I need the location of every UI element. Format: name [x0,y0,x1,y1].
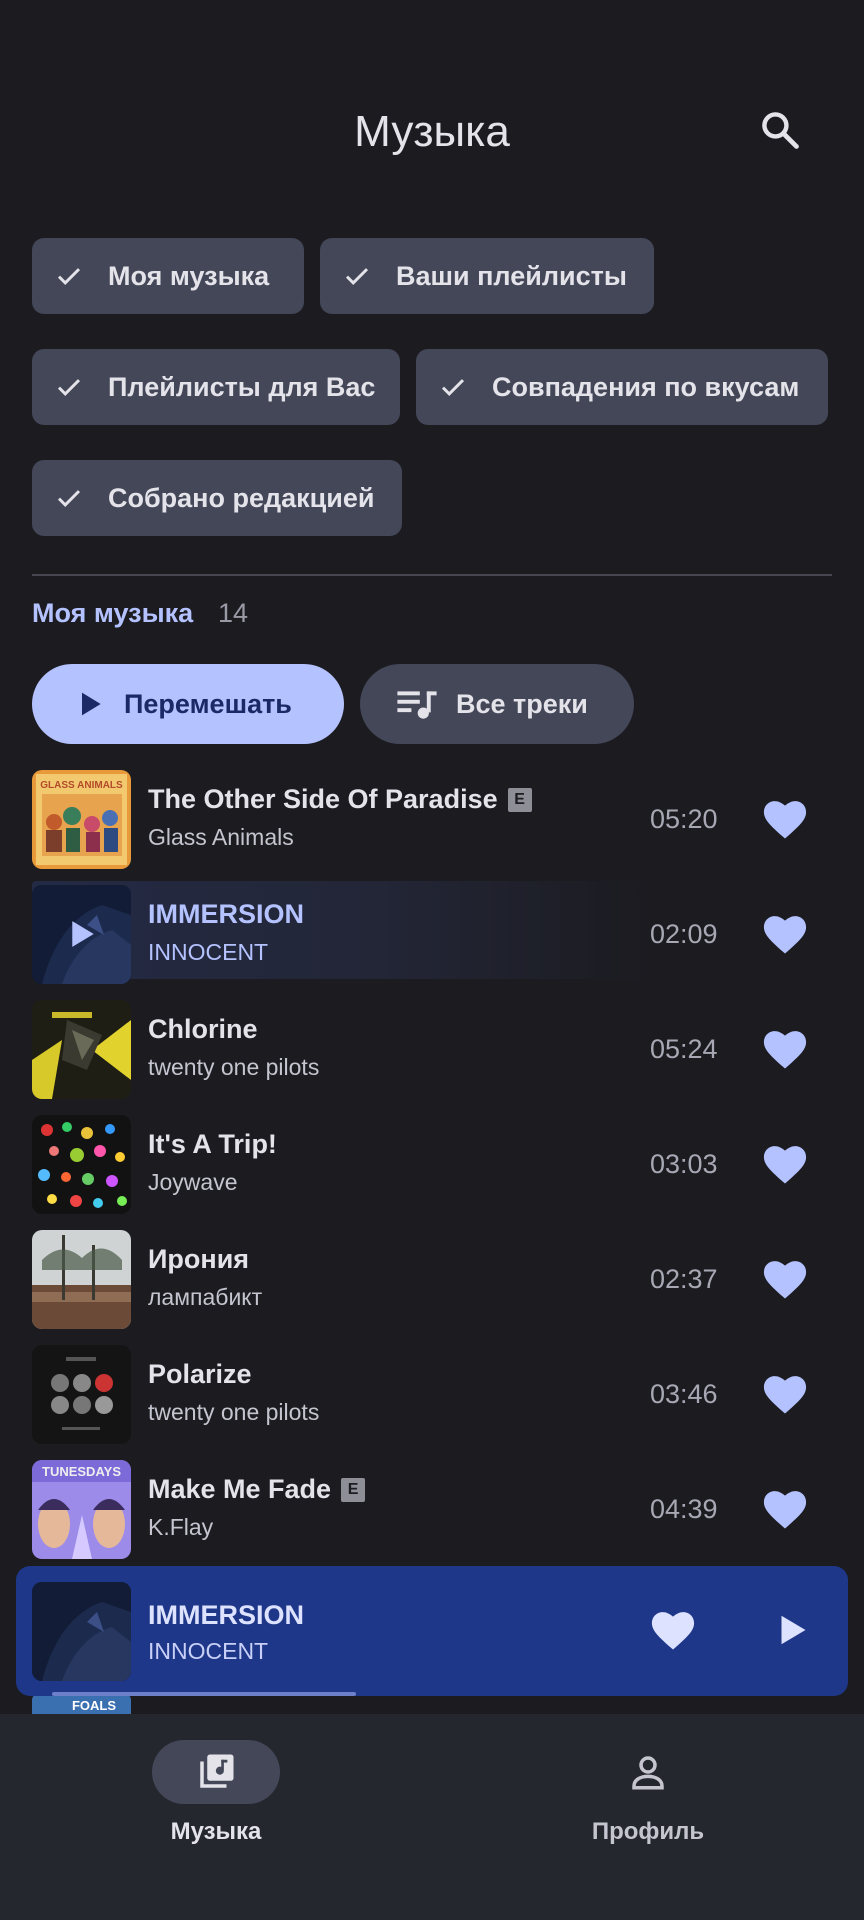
heart-icon[interactable] [762,797,808,841]
track-row[interactable]: GLASS ANIMALS The Other Side Of Paradise… [0,762,864,877]
play-icon [82,692,101,716]
music-library-icon [200,1754,234,1788]
nav-item-music[interactable]: Музыка [66,1740,366,1846]
nav-item-profile[interactable]: Профиль [498,1740,798,1846]
section-title[interactable]: Моя музыка [32,598,193,629]
track-title: It's A Trip! [148,1129,277,1159]
divider [32,574,832,576]
nav-label: Профиль [591,1818,705,1845]
track-title-text: Make Me Fade [148,1474,332,1504]
all-tracks-label: Все треки [456,688,588,719]
profile-icon [632,1756,664,1790]
check-icon [57,490,81,507]
check-icon [441,379,465,396]
section-count: 14 [218,598,249,628]
track-duration: 02:37 [650,1264,718,1294]
nav-pill [152,1740,280,1804]
heart-icon[interactable] [762,1027,808,1071]
album-cover-partial: FOALS [32,1694,131,1714]
track-duration: 05:20 [650,804,718,834]
heart-icon[interactable] [762,1372,808,1416]
all-tracks-button[interactable]: Все треки [360,664,634,744]
now-playing-title: IMMERSION [148,1600,305,1630]
album-cover [32,1115,131,1214]
heart-icon[interactable] [762,1142,808,1186]
track-row[interactable]: TUNESDAYS Make Me Fade E K.Flay 04:39 [0,1452,864,1567]
heart-icon[interactable] [762,1257,808,1301]
chip-label: Совпадения по вкусам [492,371,800,402]
track-artist: Glass Animals [148,824,294,850]
mini-player[interactable]: IMMERSION INNOCENT [16,1566,848,1696]
track-duration: 03:46 [650,1379,718,1409]
track-duration: 03:03 [650,1149,718,1179]
track-artist: twenty one pilots [148,1399,320,1425]
track-row-playing[interactable]: IMMERSION INNOCENT 02:09 [0,877,864,992]
check-icon [57,268,81,285]
track-duration: 02:09 [650,919,718,949]
check-icon [57,379,81,396]
track-duration: 04:39 [650,1494,718,1524]
shuffle-button[interactable]: Перемешать [32,664,344,744]
check-icon [345,268,369,285]
track-row[interactable]: It's A Trip! Joywave 03:03 [0,1107,864,1222]
chip-label: Ваши плейлисты [396,260,627,291]
playlist-music-icon [397,691,437,719]
track-artist: INNOCENT [148,939,269,965]
cover-text: TUNESDAYS [42,1464,121,1479]
album-cover [32,1000,131,1099]
album-cover: TUNESDAYS [32,1460,131,1559]
playback-progress-bar [52,1692,356,1696]
chip-label: Собрано редакцией [108,482,375,513]
play-overlay-icon [72,921,94,947]
album-cover [32,1345,131,1444]
track-duration: 05:24 [650,1034,718,1064]
track-artist: K.Flay [148,1514,214,1540]
play-icon[interactable] [774,1612,810,1648]
track-title: Polarize [148,1359,252,1389]
cover-text: GLASS ANIMALS [40,780,123,791]
track-title: The Other Side Of Paradise E [148,784,532,815]
app-header: Музыка [0,0,864,240]
nav-pill [584,1740,712,1804]
explicit-badge: E [341,1477,366,1502]
track-row[interactable]: Polarize twenty one pilots 03:46 [0,1337,864,1452]
explicit-badge: E [507,787,532,812]
search-icon[interactable] [758,108,802,152]
track-title: Make Me Fade E [148,1474,366,1505]
page-title: Музыка [354,107,510,156]
track-row[interactable]: Ирония лампабикт 02:37 [0,1222,864,1337]
heart-icon[interactable] [650,1608,696,1652]
chip-label: Моя музыка [108,260,270,291]
now-playing-artist: INNOCENT [148,1638,269,1664]
shuffle-label: Перемешать [124,688,292,719]
album-cover: GLASS ANIMALS [32,770,131,869]
now-playing-cover [32,1582,131,1681]
filter-chip-editors-picks[interactable]: Собрано редакцией [32,460,402,536]
track-artist: Joywave [148,1169,238,1195]
track-artist: лампабикт [148,1284,263,1310]
filter-chip-your-playlists[interactable]: Ваши плейлисты [320,238,654,314]
nav-label: Музыка [170,1818,262,1845]
chip-label: Плейлисты для Вас [108,371,376,402]
track-title: Chlorine [148,1014,258,1044]
album-cover [32,1230,131,1329]
bottom-navigation: Музыка Профиль [0,1714,864,1920]
track-title: IMMERSION [148,899,305,929]
track-list: GLASS ANIMALS The Other Side Of Paradise… [0,762,864,1567]
track-artist: twenty one pilots [148,1054,320,1080]
filter-chip-taste-matches[interactable]: Совпадения по вкусам [416,349,828,425]
track-title-text: The Other Side Of Paradise [148,784,498,814]
filter-chip-playlists-for-you[interactable]: Плейлисты для Вас [32,349,400,425]
track-row[interactable]: Chlorine twenty one pilots 05:24 [0,992,864,1107]
heart-icon[interactable] [762,1487,808,1531]
cover-text: FOALS [72,1698,116,1713]
track-title: Ирония [148,1244,250,1274]
heart-icon[interactable] [762,912,808,956]
filter-chip-my-music[interactable]: Моя музыка [32,238,304,314]
